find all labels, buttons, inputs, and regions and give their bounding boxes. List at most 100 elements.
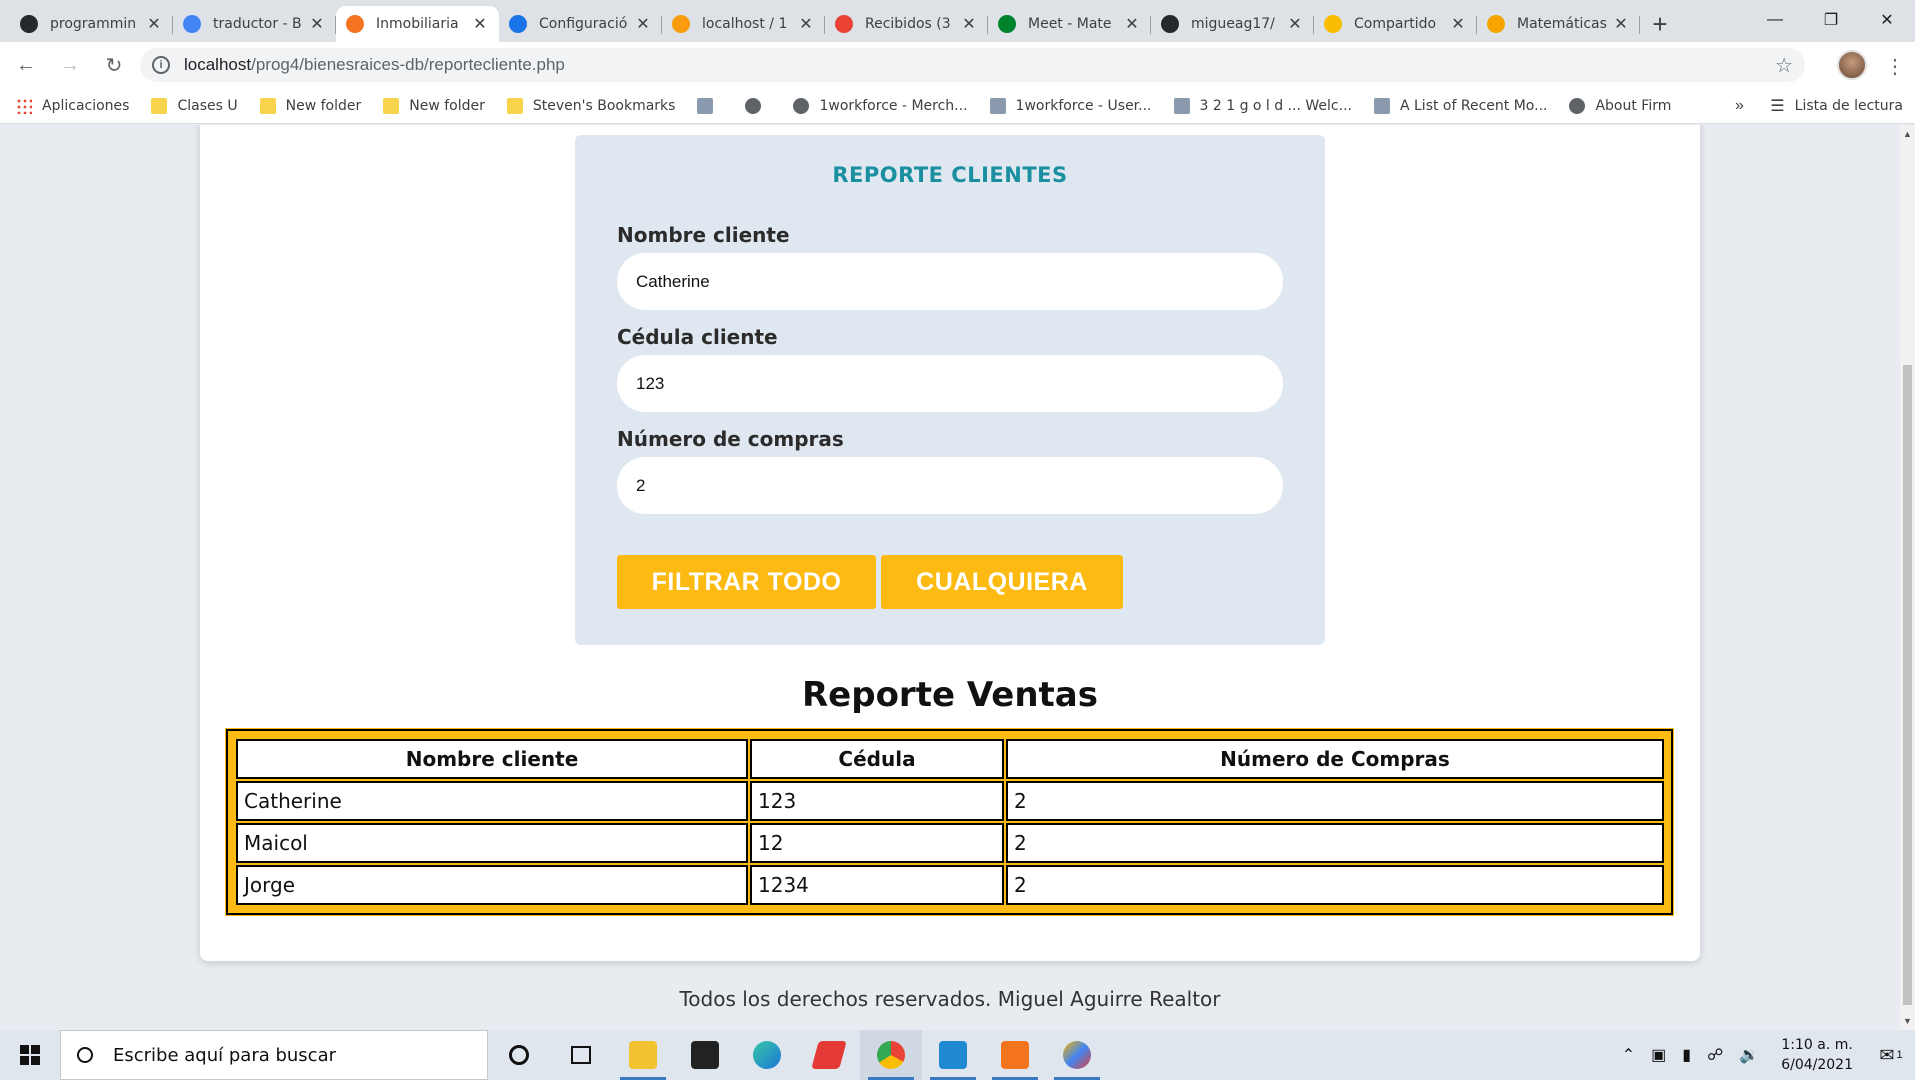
browser-tab[interactable]: Configuració ✕ <box>499 6 662 42</box>
tab-close-icon[interactable]: ✕ <box>1612 14 1630 34</box>
edge-icon[interactable] <box>736 1030 798 1080</box>
bookmark-item[interactable]: 1workforce - User... <box>989 97 1152 114</box>
tab-close-icon[interactable]: ✕ <box>797 14 815 34</box>
tab-close-icon[interactable]: ✕ <box>1286 14 1304 34</box>
anydesk-icon[interactable] <box>798 1030 860 1080</box>
table-header-row: Nombre cliente Cédula Número de Compras <box>236 739 1664 779</box>
workforce-icon <box>989 97 1006 114</box>
tab-close-icon[interactable]: ✕ <box>960 14 978 34</box>
tab-title: Recibidos (3 <box>865 16 951 32</box>
globe-icon <box>745 97 762 114</box>
bookmark-item[interactable]: Steven's Bookmarks <box>506 97 675 114</box>
scroll-up-icon[interactable]: ▲ <box>1903 129 1912 139</box>
bookmark-item[interactable] <box>745 97 771 114</box>
tab-close-icon[interactable]: ✕ <box>471 14 489 34</box>
cortana-icon[interactable] <box>488 1030 550 1080</box>
notifications-button[interactable]: ✉ 1 <box>1867 1030 1915 1080</box>
tab-close-icon[interactable]: ✕ <box>1123 14 1141 34</box>
browser-tab[interactable]: Meet - Mate ✕ <box>988 6 1151 42</box>
bookmark-item[interactable]: New folder <box>259 97 362 114</box>
new-tab-button[interactable]: + <box>1640 6 1680 42</box>
paint-icon[interactable] <box>1046 1030 1108 1080</box>
bookmark-item[interactable]: About Firm <box>1569 97 1671 114</box>
any-filter-button[interactable]: CUALQUIERA <box>881 555 1123 609</box>
browser-tab[interactable]: Inmobiliaria ✕ <box>336 6 499 42</box>
col-header-purchases: Número de Compras <box>1006 739 1664 779</box>
profile-avatar[interactable] <box>1837 50 1867 80</box>
address-bar[interactable]: i localhost/prog4/bienesraices-db/report… <box>140 48 1805 82</box>
bookmark-star-icon[interactable]: ☆ <box>1775 53 1793 78</box>
bookmark-item[interactable]: Clases U <box>151 97 238 114</box>
tab-close-icon[interactable]: ✕ <box>634 14 652 34</box>
cell-id: 12 <box>750 823 1004 863</box>
browser-tab[interactable]: programmin ✕ <box>10 6 173 42</box>
tab-title: programmin <box>50 16 137 32</box>
file-explorer-icon[interactable] <box>612 1030 674 1080</box>
bookmark-item[interactable]: A List of Recent Mo... <box>1373 97 1547 114</box>
browser-tab[interactable]: Matemáticas ✕ <box>1477 6 1640 42</box>
windows-taskbar: Escribe aquí para buscar ⌃ ▣ ▮ ☍ 🔉 1:10 … <box>0 1030 1915 1080</box>
bookmark-item[interactable]: 1workforce - Merch... <box>793 97 968 114</box>
task-view-icon[interactable] <box>550 1030 612 1080</box>
network-icon[interactable]: ☍ <box>1707 1045 1723 1065</box>
drive-icon <box>1324 15 1342 33</box>
folder-icon <box>383 97 400 114</box>
browser-tab[interactable]: migueag17/ ✕ <box>1151 6 1314 42</box>
bookmark-label: New folder <box>285 97 362 114</box>
taskbar-search[interactable]: Escribe aquí para buscar <box>60 1030 488 1080</box>
page-scrollbar[interactable]: ▲ ▼ <box>1900 125 1915 1030</box>
tab-close-icon[interactable]: ✕ <box>1449 14 1467 34</box>
page-viewport: REPORTE CLIENTES Nombre cliente Catherin… <box>0 125 1900 1030</box>
globe-icon <box>793 97 810 114</box>
reading-list-label: Lista de lectura <box>1794 97 1903 114</box>
bookmark-item[interactable]: Aplicaciones <box>16 97 129 114</box>
bookmark-item[interactable] <box>697 97 723 114</box>
xampp-icon[interactable] <box>984 1030 1046 1080</box>
tab-close-icon[interactable]: ✕ <box>145 14 163 34</box>
folder-icon <box>259 97 276 114</box>
meet-now-icon[interactable]: ▣ <box>1651 1045 1666 1065</box>
notion-icon[interactable] <box>674 1030 736 1080</box>
tab-title: localhost / 1 <box>702 16 788 32</box>
restore-button[interactable]: ❐ <box>1803 0 1859 40</box>
reading-list-button[interactable]: ☰ Lista de lectura <box>1770 96 1903 115</box>
document-icon <box>697 97 714 114</box>
purchases-label: Número de compras <box>617 427 844 451</box>
clock[interactable]: 1:10 a. m. 6/04/2021 <box>1781 1035 1853 1075</box>
bookmark-label: 1workforce - Merch... <box>819 97 968 114</box>
tab-title: Meet - Mate <box>1028 16 1112 32</box>
id-input[interactable]: 123 <box>617 355 1283 412</box>
tab-title: Matemáticas <box>1517 16 1607 32</box>
minimize-button[interactable]: — <box>1747 0 1803 40</box>
tab-title: Inmobiliaria <box>376 16 459 32</box>
browser-tab[interactable]: localhost / 1 ✕ <box>662 6 825 42</box>
forward-icon[interactable]: → <box>52 47 88 83</box>
tab-title: Configuració <box>539 16 628 32</box>
browser-tab[interactable]: Compartido ✕ <box>1314 6 1477 42</box>
browser-tab[interactable]: Recibidos (3 ✕ <box>825 6 988 42</box>
back-icon[interactable]: ← <box>8 47 44 83</box>
clock-time: 1:10 a. m. <box>1781 1037 1853 1053</box>
bookmark-item[interactable]: New folder <box>383 97 485 114</box>
chrome-icon[interactable] <box>860 1030 922 1080</box>
start-button[interactable] <box>0 1030 60 1080</box>
vscode-icon[interactable] <box>922 1030 984 1080</box>
bookmark-item[interactable]: 3 2 1 g o l d ... Welc... <box>1173 97 1352 114</box>
battery-icon[interactable]: ▮ <box>1682 1045 1691 1065</box>
menu-kebab-icon[interactable]: ⋮ <box>1885 54 1905 79</box>
bookmark-label: Clases U <box>177 97 238 114</box>
scroll-down-icon[interactable]: ▼ <box>1903 1016 1912 1026</box>
site-info-icon[interactable]: i <box>152 56 170 74</box>
filter-all-button[interactable]: FILTRAR TODO <box>617 555 876 609</box>
tab-close-icon[interactable]: ✕ <box>308 14 326 34</box>
bookmarks-overflow-icon[interactable]: » <box>1735 97 1744 115</box>
reload-icon[interactable]: ↻ <box>96 47 132 83</box>
volume-icon[interactable]: 🔉 <box>1739 1045 1759 1065</box>
scrollbar-thumb[interactable] <box>1903 365 1912 1005</box>
close-window-button[interactable]: ✕ <box>1859 0 1915 40</box>
browser-tab[interactable]: traductor - B ✕ <box>173 6 336 42</box>
show-hidden-icons-icon[interactable]: ⌃ <box>1622 1045 1635 1065</box>
name-input[interactable]: Catherine <box>617 253 1283 310</box>
purchases-input[interactable]: 2 <box>617 457 1283 514</box>
cell-name: Jorge <box>236 865 748 905</box>
